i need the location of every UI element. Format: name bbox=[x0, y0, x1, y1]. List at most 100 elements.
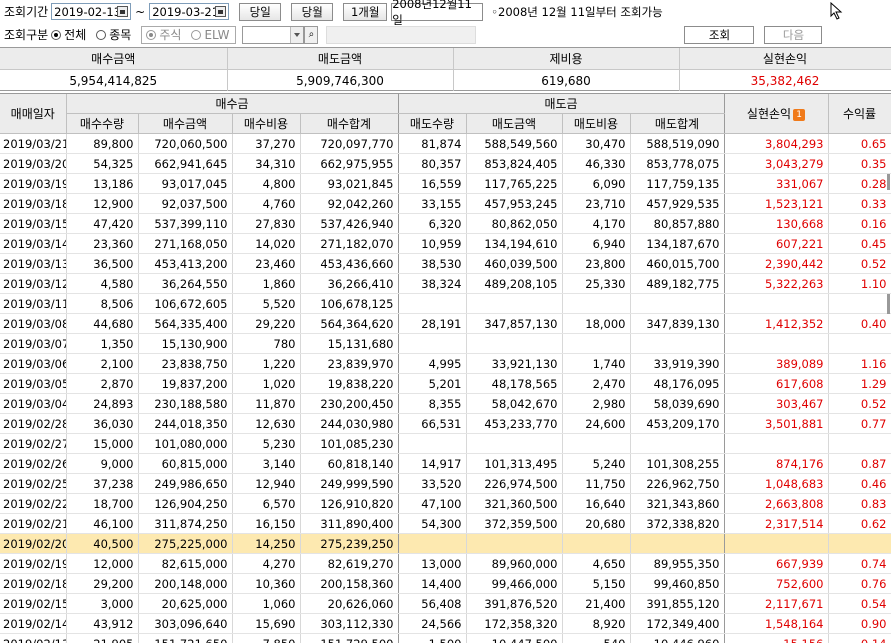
cell-sell-cost: 18,000 bbox=[562, 314, 630, 334]
col-header-date[interactable]: 매매일자 bbox=[0, 94, 66, 134]
col-header-sell-qty[interactable]: 매도수량 bbox=[398, 114, 466, 134]
cell-sell-total: 117,759,135 bbox=[630, 174, 724, 194]
cell-pnl: 1,412,352 bbox=[724, 314, 828, 334]
cell-buy-total: 126,910,820 bbox=[300, 494, 398, 514]
stock-code-combo[interactable] bbox=[242, 26, 304, 44]
table-row[interactable]: 2019/03/0844,680564,335,40029,220564,364… bbox=[0, 314, 891, 334]
table-row[interactable]: 2019/03/1547,420537,399,11027,830537,426… bbox=[0, 214, 891, 234]
mouse-cursor-icon bbox=[830, 2, 844, 20]
cell-sell-qty bbox=[398, 434, 466, 454]
table-row[interactable]: 2019/02/269,00060,815,0003,14060,818,140… bbox=[0, 454, 891, 474]
cell-pnl: 607,221 bbox=[724, 234, 828, 254]
calendar-icon[interactable] bbox=[117, 6, 128, 17]
table-row[interactable]: 2019/03/1913,18693,017,0454,80093,021,84… bbox=[0, 174, 891, 194]
search-button[interactable]: 조회 bbox=[684, 26, 754, 44]
one-month-button[interactable]: 1개월 bbox=[343, 3, 387, 21]
date-to-field[interactable]: 2019-03-21 bbox=[149, 3, 229, 20]
cell-pnl: 1,048,683 bbox=[724, 474, 828, 494]
cell-sell-total bbox=[630, 294, 724, 314]
table-row[interactable]: 2019/03/118,506106,672,6055,520106,678,1… bbox=[0, 294, 891, 314]
table-row[interactable]: 2019/03/0424,893230,188,58011,870230,200… bbox=[0, 394, 891, 414]
cell-sell-amount: 80,862,050 bbox=[466, 214, 562, 234]
cell-date: 2019/03/05 bbox=[0, 374, 66, 394]
col-group-sell: 매도금 bbox=[398, 94, 724, 114]
summary-sell-value: 5,909,746,300 bbox=[227, 70, 453, 92]
cell-date: 2019/02/14 bbox=[0, 614, 66, 634]
table-row[interactable]: 2019/03/2054,325662,941,64534,310662,975… bbox=[0, 154, 891, 174]
col-header-buy-total[interactable]: 매수합계 bbox=[300, 114, 398, 134]
cell-sell-cost bbox=[562, 434, 630, 454]
table-row[interactable]: 2019/02/2218,700126,904,2506,570126,910,… bbox=[0, 494, 891, 514]
cell-buy-total: 60,818,140 bbox=[300, 454, 398, 474]
this-month-button[interactable]: 당월 bbox=[291, 3, 333, 21]
cell-sell-qty bbox=[398, 334, 466, 354]
calendar-icon[interactable] bbox=[215, 6, 226, 17]
radio-stock-label: 주식 bbox=[159, 26, 181, 43]
col-header-sell-cost[interactable]: 매도비용 bbox=[562, 114, 630, 134]
cell-sell-amount: 89,960,000 bbox=[466, 554, 562, 574]
today-button[interactable]: 당일 bbox=[239, 3, 281, 21]
table-row[interactable]: 2019/02/2040,500275,225,00014,250275,239… bbox=[0, 534, 891, 554]
col-header-pnl[interactable]: 실현손익1 bbox=[724, 94, 828, 134]
cell-date: 2019/02/21 bbox=[0, 514, 66, 534]
cell-date: 2019/02/25 bbox=[0, 474, 66, 494]
table-row[interactable]: 2019/03/071,35015,130,90078015,131,680 bbox=[0, 334, 891, 354]
cell-buy-amount: 15,130,900 bbox=[138, 334, 232, 354]
table-row[interactable]: 2019/03/062,10023,838,7501,22023,839,970… bbox=[0, 354, 891, 374]
date-from-field[interactable]: 2019-02-13 bbox=[51, 3, 131, 20]
cell-rate: 0.65 bbox=[828, 134, 891, 154]
scrollbar-thumb[interactable] bbox=[887, 174, 890, 190]
col-header-buy-amount[interactable]: 매수금액 bbox=[138, 114, 232, 134]
col-header-buy-qty[interactable]: 매수수량 bbox=[66, 114, 138, 134]
trade-grid[interactable]: 매매일자 매수금 매도금 실현손익1 수익률 매수수량 매수금액 매수비용 매수… bbox=[0, 93, 891, 643]
radio-stock[interactable]: 주식 bbox=[146, 26, 181, 43]
cell-sell-total: 48,176,095 bbox=[630, 374, 724, 394]
chevron-down-icon[interactable] bbox=[290, 27, 303, 43]
cell-buy-cost: 1,020 bbox=[232, 374, 300, 394]
cell-buy-amount: 36,264,550 bbox=[138, 274, 232, 294]
cell-buy-qty: 89,800 bbox=[66, 134, 138, 154]
next-button[interactable]: 다음 bbox=[764, 26, 822, 44]
table-row[interactable]: 2019/03/1336,500453,413,20023,460453,436… bbox=[0, 254, 891, 274]
table-row[interactable]: 2019/02/153,00020,625,0001,06020,626,060… bbox=[0, 594, 891, 614]
table-row[interactable]: 2019/02/2715,000101,080,0005,230101,085,… bbox=[0, 434, 891, 454]
cell-pnl: 389,089 bbox=[724, 354, 828, 374]
cell-buy-amount: 311,874,250 bbox=[138, 514, 232, 534]
summary-header-pnl: 실현손익 bbox=[679, 48, 891, 70]
cell-rate: 0.35 bbox=[828, 154, 891, 174]
cell-buy-total: 537,426,940 bbox=[300, 214, 398, 234]
table-row[interactable]: 2019/02/2836,030244,018,35012,630244,030… bbox=[0, 414, 891, 434]
table-row[interactable]: 2019/03/1423,360271,168,05014,020271,182… bbox=[0, 234, 891, 254]
table-row[interactable]: 2019/02/2146,100311,874,25016,150311,890… bbox=[0, 514, 891, 534]
cell-sell-amount bbox=[466, 434, 562, 454]
table-row[interactable]: 2019/02/1912,00082,615,0004,27082,619,27… bbox=[0, 554, 891, 574]
cell-rate: 0.45 bbox=[828, 234, 891, 254]
radio-all[interactable]: 전체 bbox=[51, 26, 86, 43]
cell-buy-qty: 46,100 bbox=[66, 514, 138, 534]
table-row[interactable]: 2019/02/2537,238249,986,65012,940249,999… bbox=[0, 474, 891, 494]
base-date-field[interactable]: 2008년12월11일 bbox=[391, 3, 483, 21]
cell-buy-cost: 15,690 bbox=[232, 614, 300, 634]
cell-pnl: 2,117,671 bbox=[724, 594, 828, 614]
table-row[interactable]: 2019/02/1443,912303,096,64015,690303,112… bbox=[0, 614, 891, 634]
cell-date: 2019/02/20 bbox=[0, 534, 66, 554]
table-row[interactable]: 2019/03/1812,90092,037,5004,76092,042,26… bbox=[0, 194, 891, 214]
table-row[interactable]: 2019/03/052,87019,837,2001,02019,838,220… bbox=[0, 374, 891, 394]
table-row[interactable]: 2019/03/2189,800720,060,50037,270720,097… bbox=[0, 134, 891, 154]
cell-sell-total: 172,349,400 bbox=[630, 614, 724, 634]
col-header-sell-total[interactable]: 매도합계 bbox=[630, 114, 724, 134]
cell-date: 2019/02/28 bbox=[0, 414, 66, 434]
cell-sell-total: 372,338,820 bbox=[630, 514, 724, 534]
scrollbar-thumb[interactable] bbox=[887, 294, 890, 314]
radio-item[interactable]: 종목 bbox=[96, 26, 131, 43]
radio-elw[interactable]: ELW bbox=[191, 28, 229, 42]
col-header-rate[interactable]: 수익률 bbox=[828, 94, 891, 134]
cell-buy-amount: 101,080,000 bbox=[138, 434, 232, 454]
table-row[interactable]: 2019/03/124,58036,264,5501,86036,266,410… bbox=[0, 274, 891, 294]
col-header-buy-cost[interactable]: 매수비용 bbox=[232, 114, 300, 134]
table-row[interactable]: 2019/02/1829,200200,148,00010,360200,158… bbox=[0, 574, 891, 594]
col-header-sell-amount[interactable]: 매도금액 bbox=[466, 114, 562, 134]
summary-pnl-value: 35,382,462 bbox=[679, 70, 891, 92]
search-icon[interactable]: ⌕ bbox=[304, 26, 318, 44]
cell-pnl bbox=[724, 534, 828, 554]
